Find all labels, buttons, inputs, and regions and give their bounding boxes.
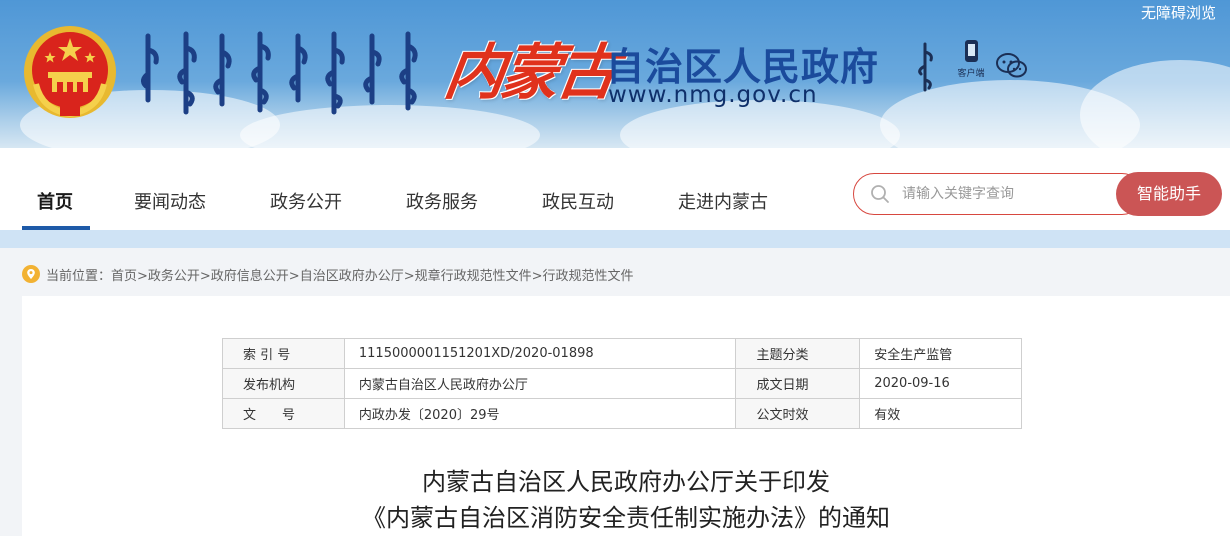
validity-label: 公文时效 [735, 398, 861, 429]
search-input[interactable] [902, 182, 1112, 206]
nav-gov-affairs-open[interactable]: 政务公开 [270, 188, 342, 214]
document-metadata-table: 索 引 号 1115000001151201XD/2020-01898 主题分类… [222, 338, 1022, 429]
wechat-icon[interactable] [996, 52, 1028, 80]
phone-icon [964, 40, 978, 62]
topic-category-label: 主题分类 [735, 338, 861, 369]
site-url: www.nmg.gov.cn [608, 82, 818, 108]
breadcrumb-path[interactable]: 首页>政务公开>政府信息公开>自治区政府办公厅>规章行政规范性文件>行政规范性文… [111, 265, 633, 284]
topic-category-value: 安全生产监管 [859, 338, 1022, 369]
search-box [853, 173, 1143, 215]
written-date-value: 2020-09-16 [859, 368, 1022, 399]
document-title-line-2: 《内蒙古自治区消防安全责任制实施办法》的通知 [362, 504, 890, 532]
accessibility-link[interactable]: 无障碍浏览 [1141, 2, 1216, 23]
document-number-value: 内政办发〔2020〕29号 [343, 398, 737, 429]
location-pin-icon [22, 265, 40, 283]
written-date-label: 成文日期 [735, 368, 861, 399]
nav-about-inner-mongolia[interactable]: 走进内蒙古 [678, 188, 768, 214]
breadcrumb: 当前位置： 首页>政务公开>政府信息公开>自治区政府办公厅>规章行政规范性文件>… [22, 263, 633, 285]
site-name-calligraphy: 内蒙古 [440, 38, 619, 108]
article-content: 索 引 号 1115000001151201XD/2020-01898 主题分类… [22, 296, 1230, 536]
search-icon[interactable] [870, 184, 890, 204]
client-label: 客户端 [957, 69, 985, 79]
main-nav: 首页 要闻动态 政务公开 政务服务 政民互动 走进内蒙古 智能助手 [0, 148, 1230, 230]
breadcrumb-prefix: 当前位置： [46, 268, 112, 284]
nav-news[interactable]: 要闻动态 [134, 188, 206, 214]
mongolian-script-logo [140, 31, 418, 115]
publisher-label: 发布机构 [222, 368, 345, 399]
cloud-decoration [1080, 60, 1230, 148]
table-row: 文 号 内政办发〔2020〕29号 公文时效 有效 [222, 398, 1022, 429]
ai-assistant-button[interactable]: 智能助手 [1116, 172, 1222, 216]
mobile-client-link[interactable]: 客户端 [954, 40, 988, 92]
table-row: 发布机构 内蒙古自治区人民政府办公厅 成文日期 2020-09-16 [222, 368, 1022, 399]
nav-divider-strip [0, 230, 1230, 248]
validity-value: 有效 [859, 398, 1022, 429]
index-number-label: 索 引 号 [222, 338, 345, 369]
table-row: 索 引 号 1115000001151201XD/2020-01898 主题分类… [222, 338, 1022, 369]
nav-home[interactable]: 首页 [37, 188, 73, 214]
mongolian-version-link[interactable] [912, 42, 938, 94]
site-banner: 无障碍浏览 内蒙古 自治区人民政府 www.nmg.gov.cn 客户端 [0, 0, 1230, 148]
nav-gov-services[interactable]: 政务服务 [406, 188, 478, 214]
publisher-value: 内蒙古自治区人民政府办公厅 [343, 368, 737, 399]
document-number-label: 文 号 [222, 398, 345, 429]
index-number-value: 1115000001151201XD/2020-01898 [343, 338, 737, 369]
document-title-line-1: 内蒙古自治区人民政府办公厅关于印发 [422, 468, 830, 496]
nav-interaction[interactable]: 政民互动 [542, 188, 614, 214]
document-title: 内蒙古自治区人民政府办公厅关于印发 《内蒙古自治区消防安全责任制实施办法》的通知 [22, 464, 1230, 536]
national-emblem-icon [24, 26, 116, 118]
